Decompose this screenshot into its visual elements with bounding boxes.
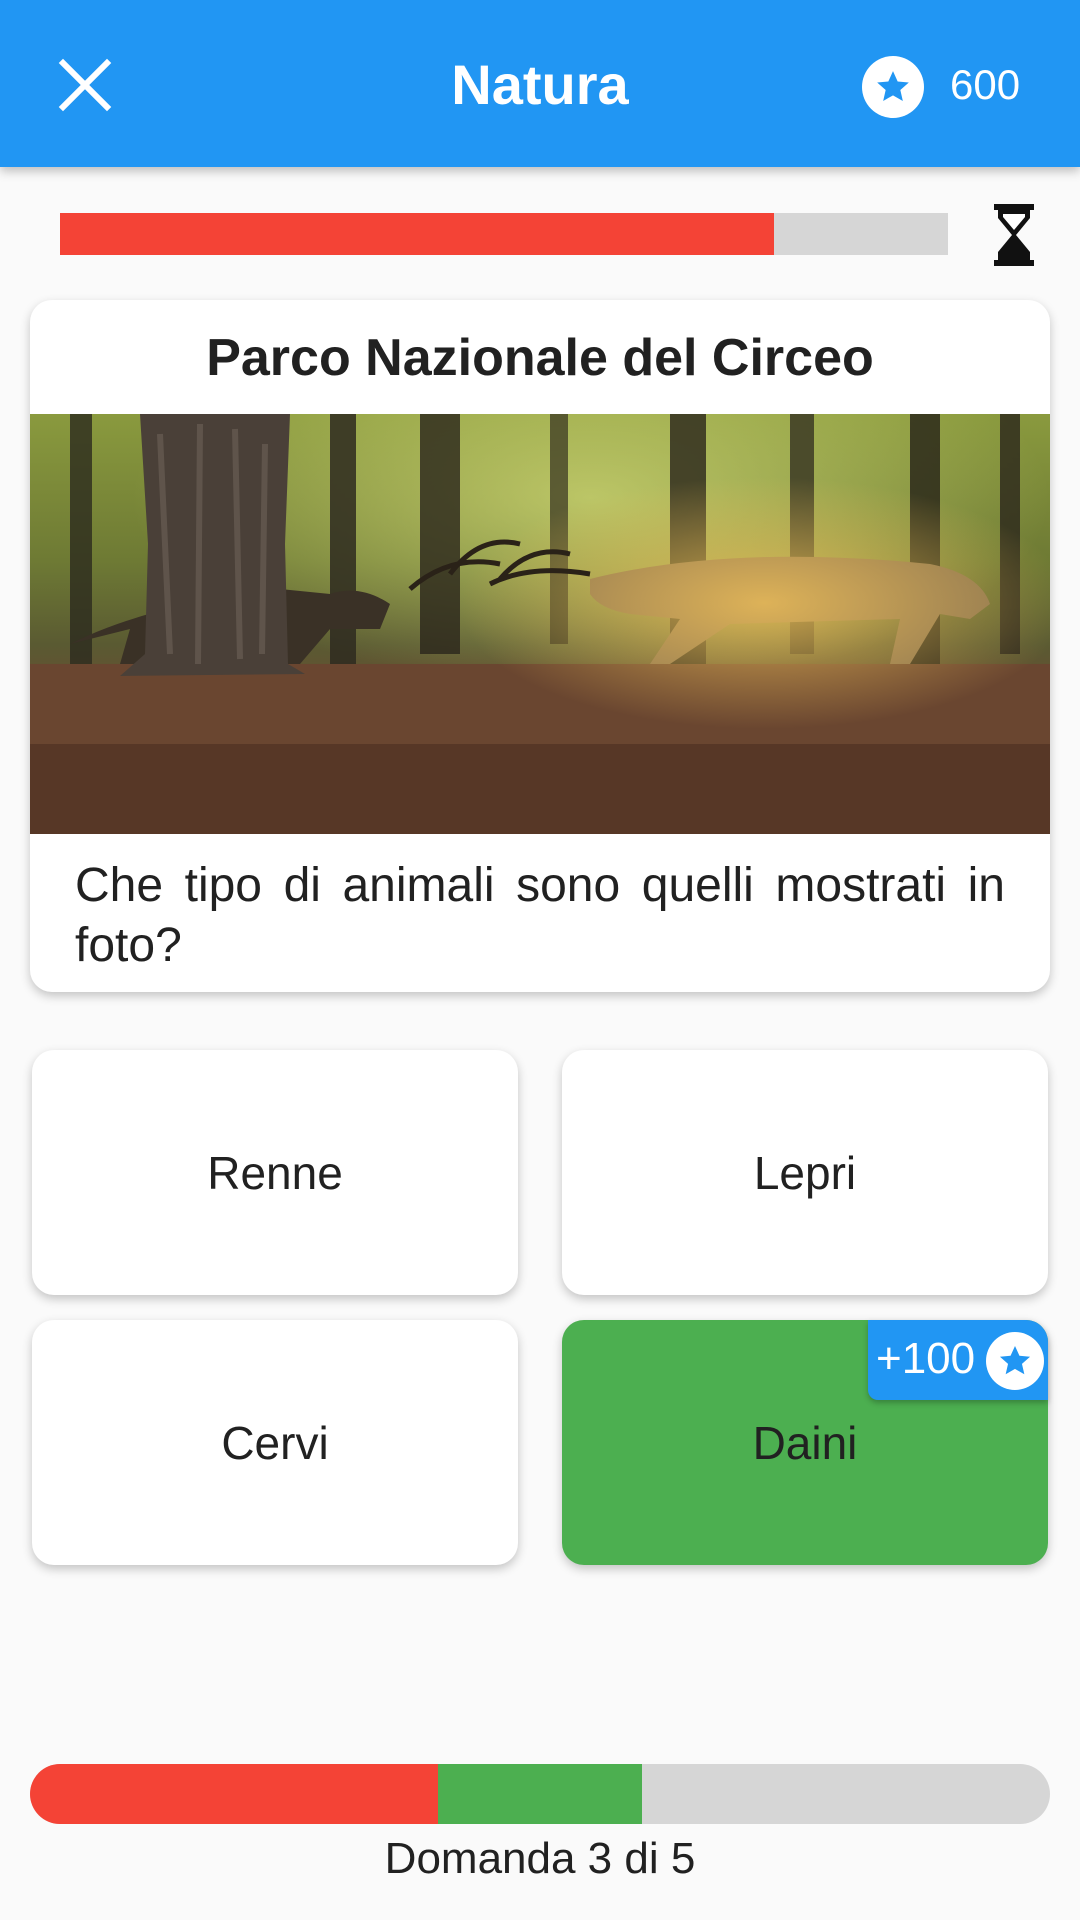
question-title: Parco Nazionale del Circeo <box>206 329 874 387</box>
progress-segment-5 <box>846 1764 1050 1824</box>
timer-bar-fill <box>60 213 774 255</box>
answer-button-cervi[interactable]: Cervi <box>32 1320 518 1565</box>
question-photo <box>30 414 1050 834</box>
progress-segment-4 <box>642 1764 846 1824</box>
hourglass-icon <box>994 204 1034 266</box>
question-text: Che tipo di animali sono quelli mostrati… <box>75 859 1005 972</box>
answer-button-renne[interactable]: Renne <box>32 1050 518 1295</box>
question-card: Parco Nazionale del Circeo Che tipo di a… <box>30 300 1050 992</box>
progress-segment-1 <box>30 1764 234 1824</box>
question-progress-label: Domanda 3 di 5 <box>384 1834 696 1883</box>
progress-segment-3 <box>438 1764 642 1824</box>
bonus-badge: +100 <box>868 1320 1048 1400</box>
answer-label: Daini <box>752 1416 858 1469</box>
score-value: 600 <box>950 61 1021 108</box>
app-bar: Natura 600 <box>0 0 1080 167</box>
answer-button-daini[interactable]: Daini +100 <box>562 1320 1048 1565</box>
timer-bar <box>60 213 948 255</box>
star-icon <box>986 1332 1044 1390</box>
progress-segment-2 <box>234 1764 438 1824</box>
star-icon <box>862 56 924 118</box>
question-progress-bar <box>30 1764 1050 1824</box>
answer-button-lepri[interactable]: Lepri <box>562 1050 1048 1295</box>
bonus-points: +100 <box>876 1334 976 1383</box>
